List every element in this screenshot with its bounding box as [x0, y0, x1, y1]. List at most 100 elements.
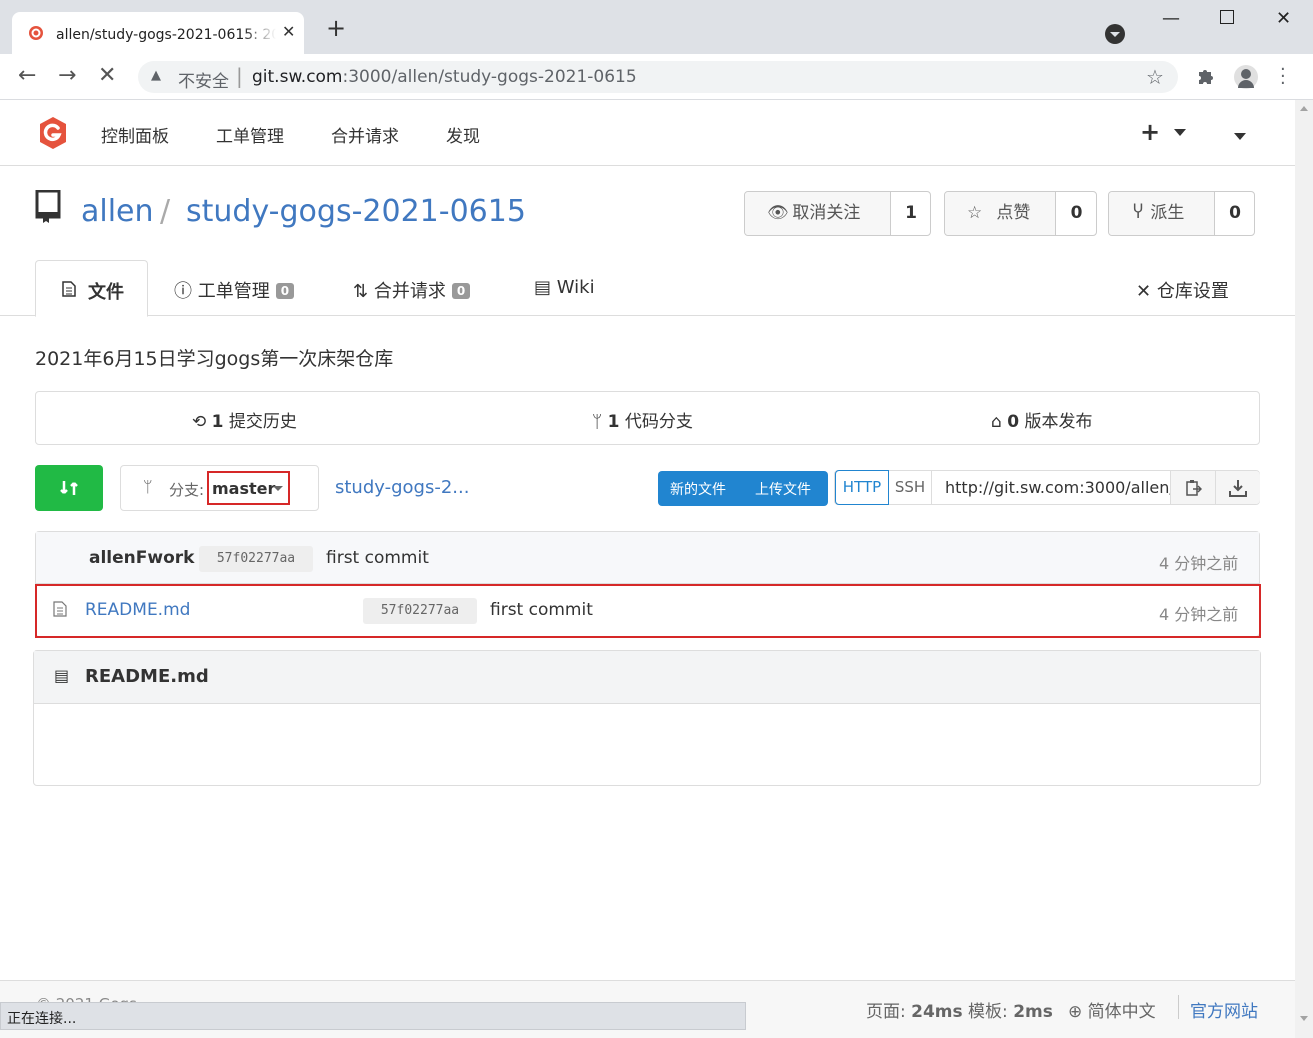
download-button[interactable] [1215, 471, 1260, 504]
warning-icon: ▲ [151, 68, 161, 83]
file-name-link[interactable]: README.md [85, 600, 190, 620]
bookmark-star-icon[interactable]: ☆ [1146, 65, 1164, 89]
profile-avatar-icon[interactable] [1234, 65, 1258, 89]
nav-issues[interactable]: 工单管理 [216, 122, 284, 147]
branch-dropdown[interactable]: master [207, 471, 290, 505]
watch-count[interactable]: 1 [891, 192, 931, 235]
nav-dashboard[interactable]: 控制面板 [101, 122, 169, 147]
nav-explore[interactable]: 发现 [446, 122, 480, 147]
commit-author-link[interactable]: allenFwork [89, 548, 194, 568]
releases-stat[interactable]: ⌂ 0 版本发布 [991, 407, 1092, 432]
latest-commit-row: allenFwork 57f02277aa first commit 4 分钟之… [36, 532, 1259, 584]
compare-arrows-icon [60, 481, 78, 495]
book-icon: ▤ [534, 277, 552, 298]
address-bar[interactable]: ▲ 不安全 | git.sw.com:3000/allen/study-gogs… [138, 61, 1178, 93]
browser-tab[interactable]: allen/study-gogs-2021-0615: 2021年6月15日学习… [12, 12, 304, 54]
commits-count: 1 [211, 412, 224, 432]
tab-search-icon[interactable] [1105, 24, 1125, 44]
commits-stat[interactable]: ⟲ 1 提交历史 [192, 407, 297, 432]
branch-icon: ᛘ [143, 477, 153, 496]
forward-icon[interactable]: → [58, 64, 76, 88]
commit-sha-button[interactable]: 57f02277aa [199, 546, 313, 572]
page-scrollbar[interactable] [1295, 100, 1313, 1038]
star-count[interactable]: 0 [1056, 192, 1097, 235]
clone-url-input[interactable] [933, 471, 1170, 504]
repo-name-link[interactable]: study-gogs-2021-0615 [186, 194, 526, 229]
fork-button[interactable]: Ⴤ 派生 0 [1108, 191, 1255, 236]
releases-label: 版本发布 [1024, 412, 1093, 432]
gogs-page: 控制面板 工单管理 合并请求 发现 + allen / study-gogs-2… [0, 100, 1295, 1038]
fork-icon: Ⴤ [1133, 203, 1144, 223]
minimize-icon[interactable]: — [1162, 8, 1180, 29]
file-commit-message[interactable]: first commit [490, 600, 593, 620]
tab-issues[interactable]: ⓘ 工单管理 0 [174, 277, 295, 303]
issues-count-badge: 0 [275, 283, 295, 299]
repo-path-separator: / [160, 194, 171, 229]
footer-divider [1178, 995, 1179, 1019]
scroll-up-icon[interactable] [1300, 106, 1308, 111]
new-tab-button[interactable]: + [326, 16, 346, 40]
scroll-down-icon[interactable] [1300, 1016, 1308, 1021]
user-menu-caret-icon[interactable] [1234, 133, 1246, 140]
browser-status-bar: 正在连接... [0, 1002, 746, 1030]
create-new-button[interactable]: + [1140, 118, 1160, 146]
copy-url-button[interactable] [1170, 471, 1215, 504]
branches-stat[interactable]: ᛘ 1 代码分支 [592, 407, 693, 432]
history-icon: ⟲ [192, 412, 207, 432]
branch-selector[interactable]: ᛘ 分支: master [120, 465, 319, 511]
extensions-puzzle-icon[interactable] [1196, 66, 1216, 86]
branch-caret-icon [273, 486, 283, 491]
branch-value: master [212, 479, 276, 498]
ssh-clone-button[interactable]: SSH [889, 471, 932, 504]
branches-count: 1 [607, 412, 620, 432]
official-site-link[interactable]: 官方网站 [1190, 997, 1258, 1022]
maximize-icon[interactable] [1220, 10, 1234, 24]
repo-breadcrumb-link[interactable]: study-gogs-2... [335, 477, 469, 498]
browser-menu-icon[interactable]: · · · [1280, 61, 1286, 93]
tab-files[interactable]: 文件 [35, 260, 148, 317]
tab-wiki-label: Wiki [556, 277, 595, 298]
stop-loading-icon[interactable]: ✕ [98, 64, 116, 88]
gogs-logo-icon[interactable] [36, 116, 70, 150]
new-file-button[interactable]: 新的文件 [670, 479, 726, 499]
repo-tabs: 文件 ⓘ 工单管理 0 ⇅ 合并请求 0 ▤ Wiki ✕ 仓库设置 [0, 260, 1295, 317]
file-commit-sha-button[interactable]: 57f02277aa [363, 598, 477, 624]
create-dropdown-caret-icon[interactable] [1174, 129, 1186, 136]
star-icon: ☆ [967, 203, 983, 223]
tools-icon: ✕ [1136, 281, 1152, 302]
tab-pulls-label: 合并请求 [373, 281, 446, 302]
tab-title: allen/study-gogs-2021-0615: 2021年6月15日学习… [56, 27, 276, 43]
http-clone-button[interactable]: HTTP [835, 470, 889, 505]
commits-label: 提交历史 [228, 412, 297, 432]
tab-wiki[interactable]: ▤ Wiki [534, 277, 595, 298]
footer-timing: 页面: 24ms 模板: 2ms [866, 1002, 1053, 1022]
download-icon [1229, 480, 1247, 497]
tab-pulls[interactable]: ⇅ 合并请求 0 [353, 277, 471, 303]
globe-icon: ⊕ [1068, 1002, 1083, 1022]
browser-toolbar: ← → ✕ ▲ 不安全 | git.sw.com:3000/allen/stud… [0, 54, 1313, 100]
file-text-icon [62, 281, 76, 297]
repo-owner-link[interactable]: allen [81, 194, 154, 229]
language-label: 简体中文 [1087, 1002, 1156, 1022]
fork-label: 派生 [1150, 203, 1185, 223]
readme-title: README.md [85, 666, 209, 687]
tab-settings[interactable]: ✕ 仓库设置 [1136, 277, 1229, 303]
fork-count[interactable]: 0 [1215, 192, 1255, 235]
address-separator: | [236, 64, 243, 88]
nav-pulls[interactable]: 合并请求 [331, 122, 399, 147]
upload-file-button[interactable]: 上传文件 [755, 479, 811, 499]
url-text[interactable]: git.sw.com:3000/allen/study-gogs-2021-06… [252, 67, 637, 87]
compare-button[interactable] [35, 465, 103, 511]
back-icon[interactable]: ← [18, 64, 36, 88]
readme-header: ▤ README.md [34, 651, 1260, 704]
tab-close-icon[interactable]: ✕ [282, 22, 295, 41]
commit-message: first commit [326, 548, 429, 568]
language-selector[interactable]: ⊕ 简体中文 [1068, 997, 1156, 1022]
file-text-icon [53, 601, 67, 617]
unwatch-button[interactable]: 👁 取消关注 1 [744, 191, 931, 236]
star-button[interactable]: ☆ 点赞 0 [944, 191, 1097, 236]
repo-book-icon [35, 190, 61, 223]
tab-settings-label: 仓库设置 [1156, 281, 1229, 302]
window-close-icon[interactable]: ✕ [1276, 8, 1291, 29]
book-icon: ▤ [54, 666, 70, 685]
